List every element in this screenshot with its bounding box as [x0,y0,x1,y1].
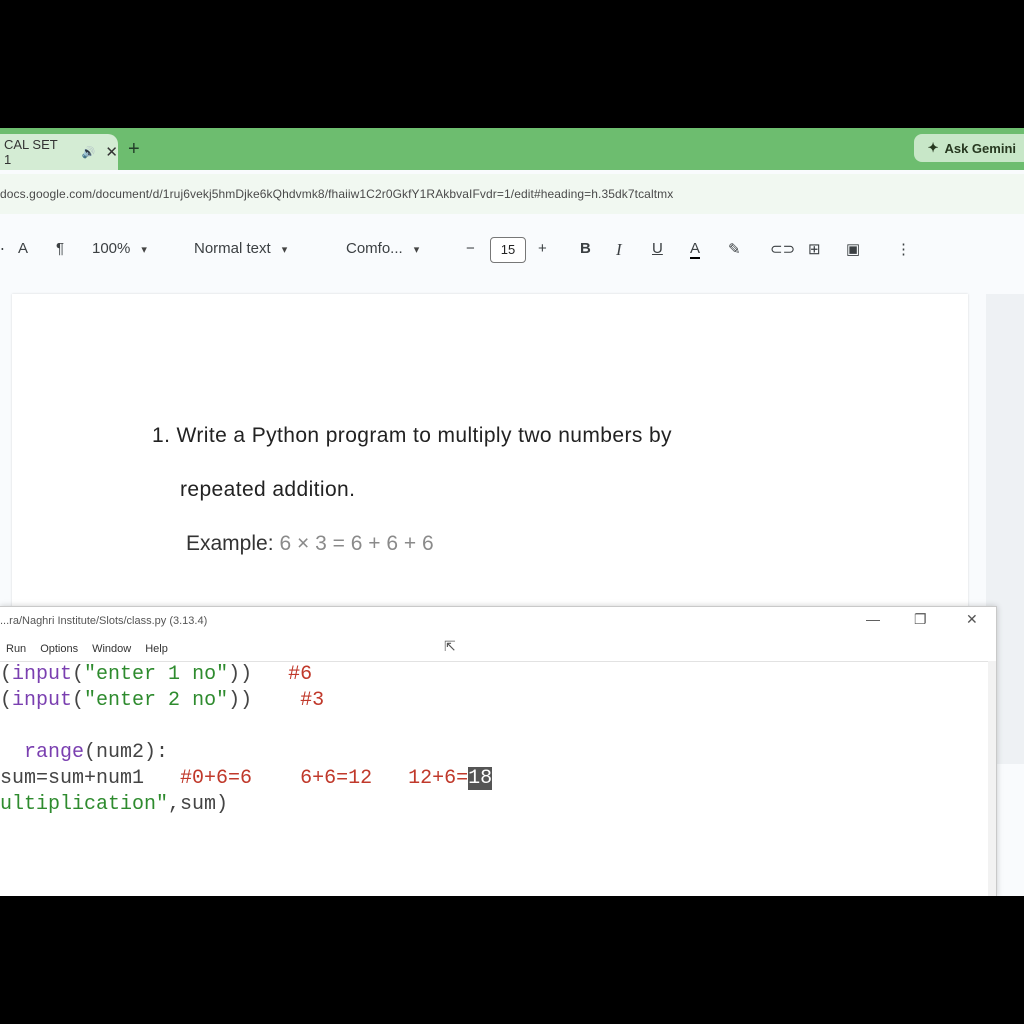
text-cursor-selection: 18 [468,767,493,790]
ask-gemini-button[interactable]: ✦ Ask Gemini [913,134,1024,162]
browser-tab-bar: CAL SET 1 🔊 ✕ + ✦ Ask Gemini [0,128,1024,170]
paint-format-icon[interactable]: ¶ [56,240,64,257]
font-select[interactable]: Comfo... [346,240,419,257]
underline-button[interactable]: U [652,240,663,257]
example-value: 6 × 3 = 6 + 6 + 6 [279,532,434,555]
code-line-4: range(num2): [24,741,169,764]
code-line-5: sum=sum+num1 #0+6=6 6+6=12 12+6=18 [0,767,493,790]
increase-font-size-button[interactable]: + [538,240,547,257]
question-line-1: 1. Write a Python program to multiply tw… [152,424,672,447]
highlight-icon[interactable]: ✎ [728,240,741,258]
vertical-scrollbar[interactable] [988,661,996,896]
new-tab-button[interactable]: + [128,138,140,161]
bold-button[interactable]: B [580,240,591,257]
spellcheck-icon[interactable]: A [18,240,28,257]
text-color-button[interactable]: A [690,240,701,259]
zoom-select[interactable]: 100% [92,240,147,257]
code-line-6: ultiplication",sum) [0,793,229,816]
code-line-1: (input("enter 1 no")) #6 [0,663,313,686]
address-bar[interactable]: docs.google.com/document/d/1ruj6vekj5hmD… [0,174,1024,214]
code-line-2: (input("enter 2 no")) #3 [0,689,325,712]
mouse-cursor-icon: ⇱ [444,638,456,654]
url-text[interactable]: docs.google.com/document/d/1ruj6vekj5hmD… [0,187,673,201]
browser-tab[interactable]: CAL SET 1 🔊 ✕ [0,134,118,170]
menu-options[interactable]: Options [40,643,78,655]
idle-editor-window[interactable]: ...ra/Naghri Institute/Slots/class.py (3… [0,606,997,896]
idle-window-title: ...ra/Naghri Institute/Slots/class.py (3… [0,615,208,627]
close-icon[interactable]: ✕ [966,611,978,628]
comment-icon[interactable]: ⊞ [808,240,821,258]
link-icon[interactable]: ⊂⊃ [770,240,795,258]
menu-help[interactable]: Help [145,643,168,655]
font-size-input[interactable]: 15 [490,237,526,263]
question-line-2: repeated addition. [180,478,356,501]
audio-icon[interactable]: 🔊 [82,146,96,159]
example-label: Example: [186,532,274,555]
maximize-icon[interactable]: ❐ [914,611,927,628]
style-select[interactable]: Normal text [194,240,287,257]
sparkle-icon: ✦ [927,140,939,155]
example-line: Example: 6 × 3 = 6 + 6 + 6 [186,532,434,556]
code-editor[interactable]: (input("enter 1 no")) #6 (input("enter 2… [0,661,990,896]
spellcheck-icon[interactable]: ⋅ [0,240,5,258]
close-tab-icon[interactable]: ✕ [105,143,118,161]
decrease-font-size-button[interactable]: − [466,240,475,257]
screen: CAL SET 1 🔊 ✕ + ✦ Ask Gemini docs.google… [0,128,1024,896]
menu-window[interactable]: Window [92,643,131,655]
tab-title: CAL SET 1 [4,137,58,167]
ask-gemini-label: Ask Gemini [944,140,1016,156]
menu-run[interactable]: Run [6,643,26,655]
italic-button[interactable]: I [616,240,622,260]
image-icon[interactable]: ▣ [846,240,860,258]
idle-menu-bar: Run Options Window Help [0,643,168,655]
minimize-icon[interactable]: — [866,611,880,627]
more-options-icon[interactable]: ⋮ [896,240,911,258]
